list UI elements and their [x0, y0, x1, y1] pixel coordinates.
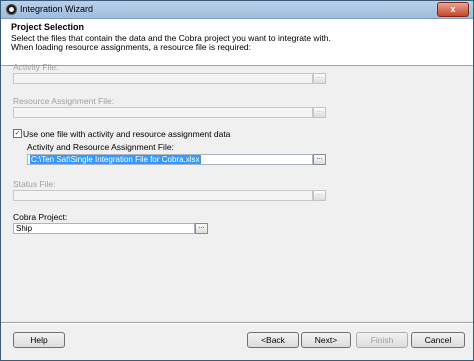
cobra-project-browse-button[interactable]: ... [195, 223, 208, 234]
status-file-browse-button[interactable]: ... [313, 190, 326, 201]
help-button[interactable]: Help [13, 332, 65, 348]
footer-divider [1, 322, 473, 324]
cancel-button[interactable]: Cancel [411, 332, 465, 348]
cobra-project-label: Cobra Project: [13, 212, 68, 222]
activity-resource-file-input[interactable]: C:\Ten Sat\Single Integration File for C… [27, 154, 313, 165]
resource-assignment-file-label: Resource Assignment File: [13, 96, 115, 106]
app-icon [6, 4, 17, 15]
page-title: Project Selection [11, 22, 85, 32]
resource-assignment-file-input[interactable] [13, 107, 313, 118]
page-description: Select the files that contain the data a… [11, 34, 331, 52]
activity-file-label: Activity File: [13, 62, 59, 72]
finish-button[interactable]: Finish [356, 332, 408, 348]
close-button[interactable]: x [437, 2, 469, 17]
status-file-input[interactable] [13, 190, 313, 201]
resource-assignment-file-browse-button[interactable]: ... [313, 107, 326, 118]
next-button[interactable]: Next> [301, 332, 351, 348]
title-bar[interactable]: Integration Wizard x [1, 1, 473, 19]
activity-file-browse-button[interactable]: ... [313, 73, 326, 84]
activity-resource-file-value: C:\Ten Sat\Single Integration File for C… [30, 155, 201, 164]
window-title: Integration Wizard [20, 4, 94, 14]
description-line-2: When loading resource assignments, a res… [11, 42, 252, 52]
status-file-label: Status File: [13, 179, 56, 189]
integration-wizard-window: Integration Wizard x Project Selection S… [0, 0, 474, 361]
activity-resource-file-browse-button[interactable]: ... [313, 154, 326, 165]
wizard-header: Project Selection Select the files that … [1, 19, 473, 66]
back-button[interactable]: <Back [247, 332, 299, 348]
activity-resource-file-label: Activity and Resource Assignment File: [27, 142, 174, 152]
single-file-checkbox-label: Use one file with activity and resource … [23, 129, 231, 139]
activity-file-input[interactable] [13, 73, 313, 84]
cobra-project-input[interactable]: Ship [13, 223, 195, 234]
single-file-checkbox[interactable]: ✓ [13, 129, 22, 138]
